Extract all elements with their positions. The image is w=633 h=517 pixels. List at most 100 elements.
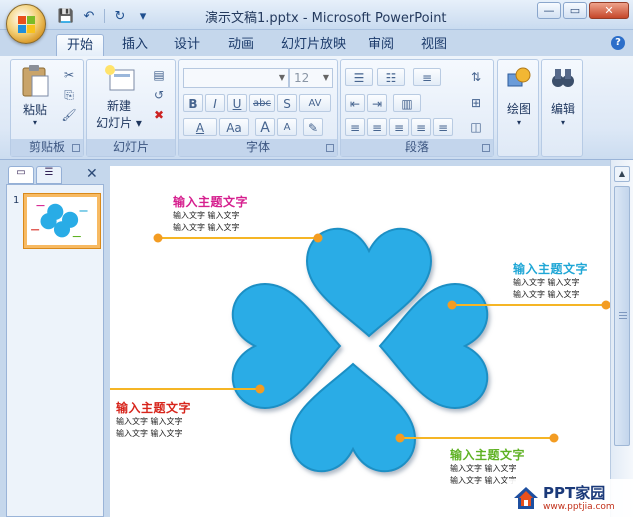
callout-body-2a[interactable]: 输入文字 输入文字 (513, 277, 580, 289)
house-logo-icon (514, 487, 538, 509)
numbering-button[interactable]: ☷ (377, 68, 405, 86)
new-slide-button[interactable]: 新建 幻灯片 ▾ (91, 64, 147, 131)
format-painter-icon[interactable]: 🖌 (59, 106, 79, 124)
close-button[interactable]: ✕ (589, 2, 629, 19)
slide-thumbnail-list: 1 (6, 184, 104, 517)
callout-body-4a[interactable]: 输入文字 输入文字 (450, 463, 517, 475)
callout-body-2b[interactable]: 输入文字 输入文字 (513, 289, 580, 301)
slide[interactable]: 输入主题文字 输入文字 输入文字 输入文字 输入文字 输入主题文字 输入文字 输… (110, 166, 610, 517)
callout-title-1[interactable]: 输入主题文字 (173, 193, 248, 210)
tab-slideshow[interactable]: 幻灯片放映 (271, 34, 356, 56)
watermark-brand: PPT家园 (543, 484, 606, 502)
font-launcher-icon[interactable] (326, 144, 334, 152)
outline-tab[interactable]: ☰ (36, 166, 62, 184)
customize-qat-icon[interactable]: ▾ (133, 7, 153, 25)
text-direction-button[interactable]: ⇅ (463, 68, 489, 86)
align-center-button[interactable]: ≡ (367, 118, 387, 136)
clipboard-launcher-icon[interactable] (72, 144, 80, 152)
columns-button[interactable]: ▥ (393, 94, 421, 112)
drawing-label: 绘图 (506, 102, 531, 116)
underline-button[interactable]: U (227, 94, 247, 112)
decrease-indent-button[interactable]: ⇤ (345, 94, 365, 112)
grip-icon (619, 312, 627, 320)
new-slide-label-1: 新建 (106, 99, 131, 113)
scroll-up-icon[interactable]: ▲ (614, 166, 630, 182)
office-button[interactable] (6, 4, 46, 44)
callout-title-4[interactable]: 输入主题文字 (450, 446, 525, 463)
paste-button[interactable]: 粘贴 ▾ (17, 64, 53, 127)
change-case-button[interactable]: Aa (219, 118, 249, 136)
drawing-arrow-icon: ▾ (516, 118, 521, 127)
restore-button[interactable]: ▭ (563, 2, 587, 19)
paragraph-launcher-icon[interactable] (482, 144, 490, 152)
char-spacing-button[interactable]: AV (299, 94, 331, 112)
thumbnail-clover-icon (31, 203, 88, 238)
distribute-button[interactable]: ≡ (433, 118, 453, 136)
font-color-button[interactable]: A (183, 118, 217, 136)
callout-title-2[interactable]: 输入主题文字 (513, 260, 588, 277)
slides-tab[interactable]: ▭ (8, 166, 34, 184)
tab-review[interactable]: 审阅 (358, 34, 404, 56)
editing-group[interactable]: 编辑 ▾ (541, 59, 583, 157)
window-controls: — ▭ ✕ (537, 2, 629, 19)
callout-title-3[interactable]: 输入主题文字 (116, 399, 191, 416)
callout-body-1a[interactable]: 输入文字 输入文字 (173, 210, 240, 222)
editing-arrow-icon: ▾ (560, 118, 565, 127)
cut-icon[interactable]: ✂ (59, 66, 79, 84)
vertical-scrollbar[interactable]: ▲ (610, 160, 633, 517)
font-size-dropdown[interactable]: 12 ▼ (289, 68, 333, 88)
slide-number: 1 (13, 195, 20, 206)
office-logo-icon (18, 16, 36, 34)
clear-formatting-button[interactable]: ✎ (303, 118, 323, 136)
strikethrough-button[interactable]: abc (249, 94, 275, 112)
copy-icon[interactable]: ⎘ (59, 86, 79, 104)
shrink-font-button[interactable]: A (277, 118, 297, 136)
bold-button[interactable]: B (183, 94, 203, 112)
slide-thumbnail-preview (27, 197, 97, 245)
delete-slide-icon[interactable]: ✖ (149, 106, 169, 124)
tab-home[interactable]: 开始 (56, 34, 105, 56)
callout-body-3b[interactable]: 输入文字 输入文字 (116, 428, 183, 440)
tab-view[interactable]: 视图 (411, 34, 457, 56)
ribbon: 粘贴 ▾ ✂ ⎘ 🖌 剪贴板 新建 幻灯片 ▾ ▤ ↺ ✖ 幻灯片 ▼ 12 ▼… (0, 56, 633, 160)
chevron-down-icon: ▼ (278, 73, 285, 82)
undo-icon[interactable]: ↶ (79, 7, 99, 25)
align-text-button[interactable]: ⊞ (463, 94, 489, 112)
editing-label: 编辑 (550, 102, 575, 116)
save-icon[interactable]: 💾 (56, 7, 76, 25)
text-shadow-button[interactable]: S (277, 94, 297, 112)
callout-body-1b[interactable]: 输入文字 输入文字 (173, 222, 240, 234)
paste-label: 粘贴 (22, 103, 47, 117)
justify-button[interactable]: ≡ (411, 118, 431, 136)
reset-icon[interactable]: ↺ (149, 86, 169, 104)
font-name-dropdown[interactable]: ▼ (183, 68, 289, 88)
slide-thumbnail[interactable] (23, 193, 101, 249)
panel-close-icon[interactable]: ✕ (86, 166, 98, 182)
watermark: PPT家园 www.pptjia.com (507, 479, 633, 517)
line-spacing-button[interactable]: ≡ (413, 68, 441, 86)
callout-body-3a[interactable]: 输入文字 输入文字 (116, 416, 183, 428)
bullets-button[interactable]: ☰ (345, 68, 373, 86)
grow-font-button[interactable]: A (255, 118, 275, 136)
align-right-button[interactable]: ≡ (389, 118, 409, 136)
slides-group: 新建 幻灯片 ▾ ▤ ↺ ✖ 幻灯片 (86, 59, 176, 157)
italic-button[interactable]: I (205, 94, 225, 112)
help-icon[interactable]: ? (611, 36, 625, 50)
tab-design[interactable]: 设计 (164, 34, 210, 56)
slides-panel: ▭ ☰ ✕ 1 (0, 160, 106, 517)
scroll-thumb[interactable] (614, 186, 630, 446)
align-left-button[interactable]: ≡ (345, 118, 365, 136)
paragraph-group-label: 段落 (341, 139, 493, 156)
tab-insert[interactable]: 插入 (112, 34, 158, 56)
drawing-group[interactable]: 绘图 ▾ (497, 59, 539, 157)
watermark-url: www.pptjia.com (543, 502, 615, 512)
redo-icon[interactable]: ↻ (110, 7, 130, 25)
new-slide-label-2: 幻灯片 ▾ (96, 116, 142, 130)
chevron-down-icon: ▼ (322, 73, 329, 82)
smartart-button[interactable]: ◫ (463, 118, 489, 136)
increase-indent-button[interactable]: ⇥ (367, 94, 387, 112)
tab-animations[interactable]: 动画 (218, 34, 264, 56)
minimize-button[interactable]: — (537, 2, 561, 19)
layout-icon[interactable]: ▤ (149, 66, 169, 84)
paste-icon (22, 65, 49, 97)
